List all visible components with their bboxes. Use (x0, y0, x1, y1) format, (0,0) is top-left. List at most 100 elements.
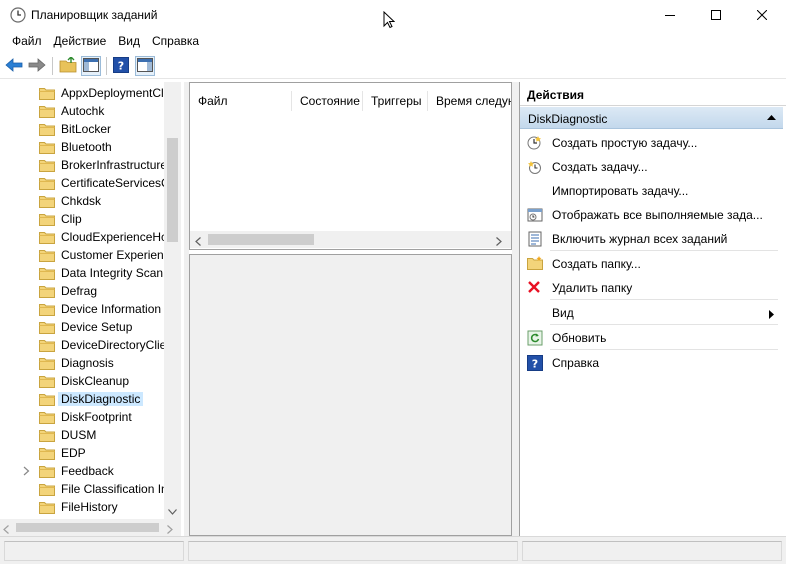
menu-view[interactable]: Вид (112, 31, 146, 51)
maximize-button[interactable] (693, 0, 739, 30)
tree-horizontal-scrollbar[interactable] (0, 519, 181, 536)
tree-item[interactable]: DiskDiagnostic (0, 390, 164, 408)
tree-item[interactable]: EDP (0, 444, 164, 462)
folder-icon (39, 446, 55, 460)
scrollbar-thumb[interactable] (208, 234, 314, 245)
tree-item[interactable]: Chkdsk (0, 192, 164, 210)
tree-item-label: DiskCleanup (61, 374, 130, 388)
column-header-triggers[interactable]: Триггеры (363, 91, 428, 111)
scroll-right-icon[interactable] (167, 523, 173, 537)
actions-pane: Действия DiskDiagnostic Создать простую … (519, 82, 786, 536)
menu-help[interactable]: Справка (146, 31, 205, 51)
menu-action[interactable]: Действие (48, 31, 113, 51)
pane-splitter[interactable] (512, 82, 519, 536)
tree-item-label: Defrag (61, 284, 98, 298)
tree-item[interactable]: Defrag (0, 282, 164, 300)
tree-item[interactable]: CloudExperienceHc (0, 228, 168, 246)
action-item[interactable]: Включить журнал всех заданий (520, 228, 783, 250)
tree-item[interactable]: Diagnosis (0, 354, 164, 372)
tree-item[interactable]: BrokerInfrastructure (0, 156, 167, 174)
folder-icon (39, 356, 55, 370)
minimize-button[interactable] (647, 0, 693, 30)
scrollbar-thumb[interactable] (167, 138, 178, 242)
tree-item[interactable]: Customer Experienc (0, 246, 170, 264)
action-item[interactable]: Импортировать задачу... (520, 180, 783, 202)
expand-chevron-icon[interactable] (23, 465, 30, 479)
folder-icon (39, 158, 55, 172)
up-folder-icon (59, 55, 77, 76)
running-tasks-icon (527, 207, 543, 223)
column-header-name[interactable]: Файл (190, 91, 292, 111)
folder-icon (39, 464, 55, 478)
tree-vertical-scrollbar[interactable] (164, 82, 181, 519)
collapse-caret-icon[interactable] (767, 115, 776, 120)
action-item[interactable]: Создать папку... (520, 253, 783, 275)
back-button[interactable] (4, 56, 24, 76)
actions-pane-header: Действия (520, 82, 786, 106)
up-button[interactable] (58, 55, 78, 76)
tree-item[interactable]: AppxDeploymentCl (0, 84, 164, 102)
title-bar[interactable]: Планировщик заданий (0, 0, 786, 30)
status-cell (522, 541, 782, 561)
scroll-right-icon[interactable] (496, 235, 502, 249)
task-list[interactable]: Файл Состояние Триггеры Время следую (189, 82, 512, 250)
action-item[interactable]: Создать задачу... (520, 156, 783, 178)
tree-item[interactable]: Bluetooth (0, 138, 164, 156)
action-item[interactable]: Удалить папку (520, 277, 783, 299)
tree-item[interactable]: Clip (0, 210, 164, 228)
menu-file[interactable]: Файл (6, 31, 48, 51)
action-item[interactable]: Создать простую задачу... (520, 132, 783, 154)
column-header-status[interactable]: Состояние (292, 91, 363, 111)
column-header-next-run[interactable]: Время следую (428, 91, 511, 111)
tree-item-label: CloudExperienceHc (61, 230, 168, 244)
tree-item[interactable]: Device Setup (0, 318, 164, 336)
task-list-header: Файл Состояние Триггеры Время следую (190, 91, 511, 111)
tree-item[interactable]: DiskCleanup (0, 372, 164, 390)
task-list-horizontal-scrollbar[interactable] (190, 231, 511, 248)
tree-item[interactable]: Device Information (0, 300, 164, 318)
forward-button[interactable] (27, 56, 47, 76)
close-button[interactable] (739, 0, 785, 30)
action-item[interactable]: Обновить (520, 327, 783, 349)
tree-item[interactable]: File Classification In (0, 480, 168, 498)
clock-app-icon (10, 7, 26, 23)
action-item[interactable]: Отображать все выполняемые зада... (520, 204, 783, 226)
show-hide-console-tree-button[interactable] (81, 56, 101, 76)
action-item[interactable]: Вид (520, 302, 783, 324)
folder-icon (39, 122, 55, 136)
tree-item[interactable]: Feedback (0, 462, 164, 480)
action-item[interactable]: ? Справка (520, 352, 783, 374)
tree-item[interactable]: BitLocker (0, 120, 164, 138)
menu-bar: Файл Действие Вид Справка (0, 31, 786, 51)
tree-item[interactable]: Autochk (0, 102, 164, 120)
scroll-down-icon[interactable] (168, 504, 177, 518)
folder-icon (39, 176, 55, 190)
actions-group-header[interactable]: DiskDiagnostic (520, 107, 783, 129)
folder-icon (39, 140, 55, 154)
tree-item-label: Customer Experienc (61, 248, 170, 262)
tree-item[interactable]: DeviceDirectoryClie (0, 336, 166, 354)
toolbar: ? (0, 53, 786, 79)
folder-icon (39, 410, 55, 424)
tree-item[interactable]: DUSM (0, 426, 164, 444)
tree-item-label: CertificateServicesC (61, 176, 170, 190)
scroll-left-icon[interactable] (195, 235, 201, 249)
show-action-pane-button[interactable] (135, 56, 155, 76)
tree-item-label: File Classification In (61, 482, 168, 496)
actions-pane-title: Действия (527, 88, 585, 102)
tree-item[interactable]: DiskFootprint (0, 408, 164, 426)
tree-item[interactable]: CertificateServicesC (0, 174, 170, 192)
scroll-left-icon[interactable] (3, 523, 9, 537)
tree-item-label: BitLocker (61, 122, 112, 136)
enable-history-icon (527, 231, 543, 247)
console-tree[interactable]: AppxDeploymentCl Autochk BitLocker Bluetoot… (0, 82, 181, 519)
tree-item[interactable]: FileHistory (0, 498, 164, 516)
forward-arrow-icon (28, 57, 46, 75)
action-item-label: Удалить папку (552, 281, 633, 295)
tree-item[interactable]: Data Integrity Scan (0, 264, 164, 282)
scrollbar-thumb[interactable] (16, 523, 159, 532)
help-button[interactable]: ? (111, 56, 131, 76)
help-icon: ? (113, 56, 129, 76)
status-cell (4, 541, 184, 561)
show-action-pane-icon (137, 57, 153, 75)
